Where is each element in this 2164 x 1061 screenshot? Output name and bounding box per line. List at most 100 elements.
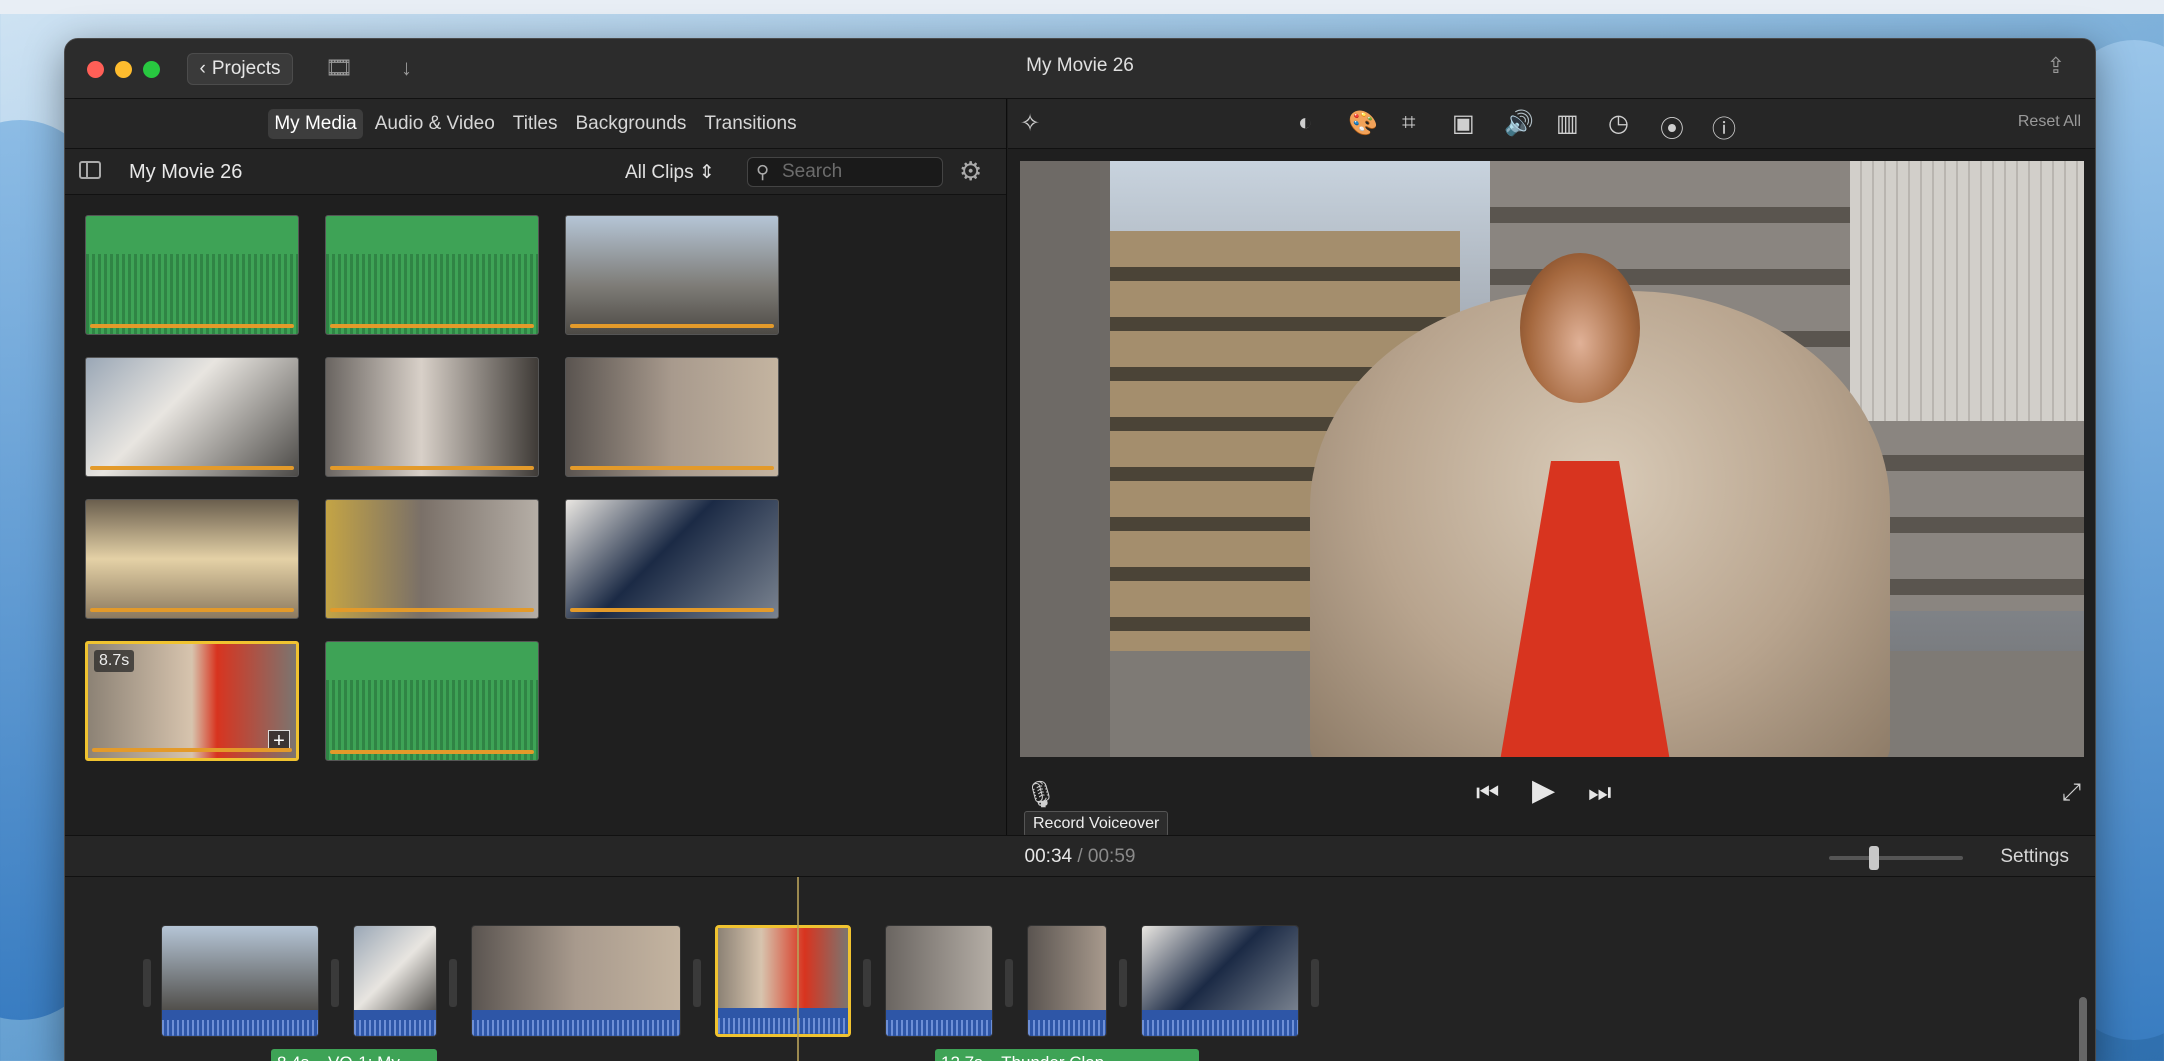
clip-filter-icon[interactable]: ⦿ [1660,109,1684,144]
transition-slot[interactable] [1311,959,1319,1007]
record-voiceover-tooltip: Record Voiceover [1024,811,1169,837]
current-time: 00:34 [1024,846,1073,867]
transition-slot[interactable] [863,959,871,1007]
clips-filter-dropdown[interactable]: All Clips ⇕ [625,161,715,184]
clip-used-range [90,608,294,612]
timeline-settings-button[interactable]: Settings [2000,846,2069,868]
noise-reduction-icon[interactable]: ▥ [1556,109,1579,138]
microphone-icon[interactable]: 🎙 [1024,779,1057,810]
media-clip-audio-11[interactable] [325,641,539,761]
tab-backgrounds[interactable]: Backgrounds [570,109,693,139]
adjustments-bar: ✧ ◐ 🎨 ⌗ ▣ 🔊 ▥ ◷ ⦿ ⓘ Reset All [1008,99,2095,149]
imovie-window: ‹ Projects 🎞 ↓ My Movie 26 ⇪ My Media Au… [64,38,2096,1061]
media-clip-audio-1[interactable] [85,215,299,335]
tab-my-media[interactable]: My Media [268,108,363,139]
media-clip-video-7[interactable] [85,499,299,619]
timeline-vertical-scrollbar[interactable] [2079,997,2087,1061]
transport-controls: 🎙 Record Voiceover ⏮ ▶ ⏭ ⤢ [1008,769,2095,837]
clip-audio-waveform [162,1010,318,1036]
speed-icon[interactable]: ◷ [1608,109,1629,138]
media-clip-video-5[interactable] [325,357,539,477]
sidebar-toggle-icon[interactable] [79,161,101,179]
media-clip-video-10-selected[interactable]: 8.7s + [85,641,299,761]
transition-slot[interactable] [1119,959,1127,1007]
clip-audio-waveform [354,1010,436,1036]
gear-icon[interactable]: ⚙ [959,157,982,185]
audio-waveform [86,254,298,334]
reset-all-button[interactable]: Reset All [2018,113,2081,131]
time-separator: / [1077,846,1083,867]
clip-thumbnail [1028,926,1106,1014]
playhead[interactable] [797,877,799,1061]
media-clip-video-9[interactable] [565,499,779,619]
color-correction-icon[interactable]: 🎨 [1348,109,1378,138]
timeline-clip-7[interactable] [1141,925,1299,1037]
search-icon: ⚲ [756,162,770,182]
clip-used-range [92,748,292,752]
stabilization-icon[interactable]: ▣ [1452,109,1475,138]
color-balance-icon[interactable]: ◐ [1298,109,1313,137]
timeline-zoom-slider[interactable] [1829,846,1963,870]
transition-slot[interactable] [143,959,151,1007]
magic-wand-icon[interactable]: ✧ [1020,109,1040,138]
timeline-clip-4-selected[interactable] [715,925,851,1037]
media-clip-video-6[interactable] [565,357,779,477]
media-clip-audio-2[interactable] [325,215,539,335]
crop-icon[interactable]: ⌗ [1402,109,1416,137]
clip-thumbnail [886,926,992,1014]
transition-slot[interactable] [449,959,457,1007]
clip-used-range [330,466,534,470]
timeline-clip-1[interactable] [161,925,319,1037]
transition-slot[interactable] [331,959,339,1007]
media-clip-video-8[interactable] [325,499,539,619]
search-input[interactable] [782,160,932,184]
transition-slot[interactable] [1005,959,1013,1007]
clip-used-range [570,324,774,328]
clip-duration-badge: 8.7s [94,650,135,672]
tab-audio-video[interactable]: Audio & Video [369,109,501,139]
play-icon[interactable]: ▶ [1532,773,1555,808]
share-icon[interactable]: ⇪ [2047,53,2065,79]
clip-audio-waveform [1142,1010,1298,1036]
timeline: 8.4s – VO-1: My... 12.7s – Thunder Clap [65,877,2095,1061]
zoom-slider-knob[interactable] [1869,846,1879,870]
search-field[interactable]: ⚲ [747,157,943,187]
voiceover-audio-clip[interactable]: 8.4s – VO-1: My... [271,1049,437,1061]
library-title: My Movie 26 [129,161,243,183]
clip-audio-waveform [886,1010,992,1036]
clip-thumbnail [472,926,680,1014]
timeline-clip-2[interactable] [353,925,437,1037]
video-building-tower [1850,161,2084,421]
desktop-menubar [0,0,2164,14]
clip-used-range [330,750,534,754]
timeline-clip-3[interactable] [471,925,681,1037]
clip-used-range [90,466,294,470]
timecode: 00:34 / 00:59 [65,846,2095,868]
clip-audio-waveform [1028,1010,1106,1036]
clip-audio-waveform [718,1008,848,1034]
timeline-clip-6[interactable] [1027,925,1107,1037]
volume-icon[interactable]: 🔊 [1504,109,1534,138]
window-title: My Movie 26 [1026,55,1134,76]
transition-slot[interactable] [693,959,701,1007]
info-icon[interactable]: ⓘ [1712,109,1736,144]
skip-forward-icon[interactable]: ⏭ [1588,777,1611,809]
media-browser: My Media Audio & Video Titles Background… [65,99,1007,835]
title-bar: ‹ Projects 🎞 ↓ My Movie 26 ⇪ [65,39,2095,99]
tab-titles[interactable]: Titles [507,109,564,139]
video-subject-head [1520,253,1640,403]
clip-used-range [90,324,294,328]
clip-used-range [570,466,774,470]
video-building-edge [1020,161,1110,757]
clip-thumbnail [1142,926,1298,1014]
fullscreen-icon[interactable]: ⤢ [2062,779,2081,807]
timeline-clip-5[interactable] [885,925,993,1037]
skip-back-icon[interactable]: ⏮ [1476,777,1499,809]
video-preview [1020,161,2084,757]
media-clip-video-4[interactable] [85,357,299,477]
clip-thumbnail [162,926,318,1014]
tab-transitions[interactable]: Transitions [698,109,802,139]
timeline-header: 00:34 / 00:59 Settings [65,835,2095,877]
sound-effect-audio-clip[interactable]: 12.7s – Thunder Clap [935,1049,1199,1061]
media-clip-video-3[interactable] [565,215,779,335]
